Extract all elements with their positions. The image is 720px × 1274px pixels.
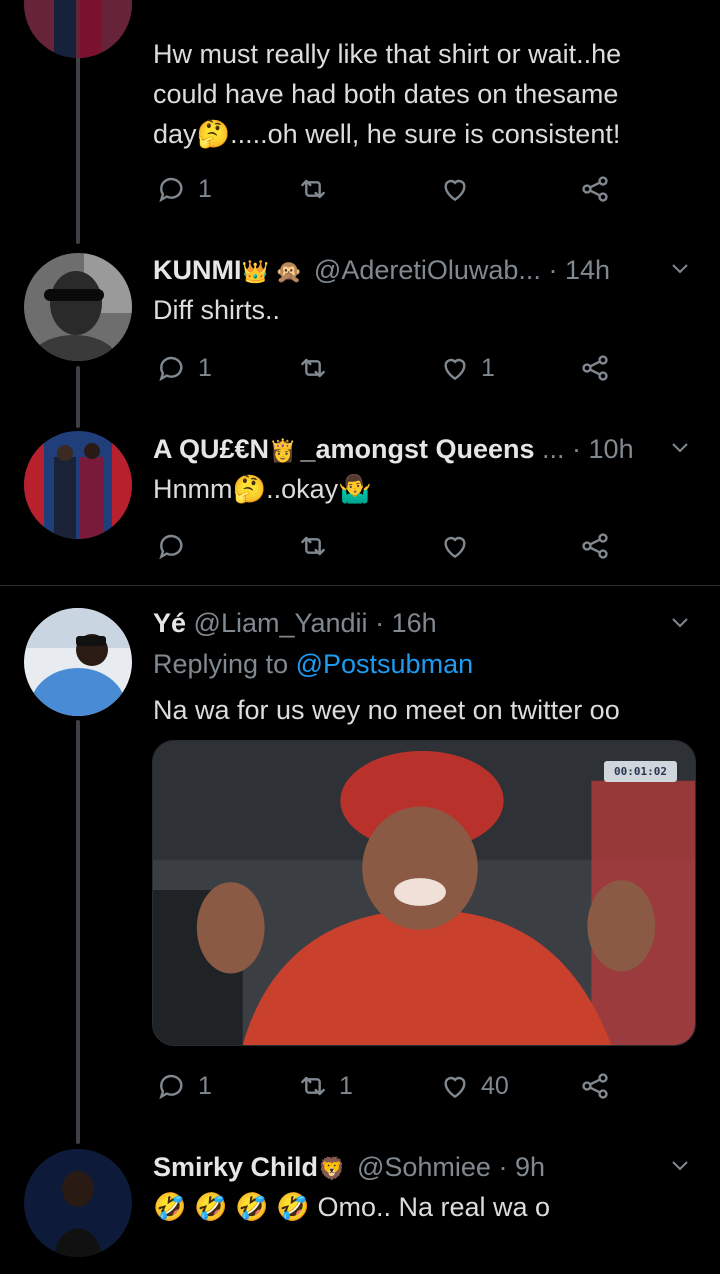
tweet-text: 🤣 🤣 🤣 🤣 Omo.. Na real wa o — [153, 1192, 551, 1222]
tweet-text: Diff shirts.. — [153, 295, 281, 325]
like-icon — [444, 358, 466, 381]
share-button[interactable] — [579, 526, 611, 566]
share-icon — [582, 355, 608, 381]
timestamp: · 16h — [375, 608, 437, 638]
like-button[interactable]: 40 — [439, 1066, 509, 1106]
reply-button[interactable]: 1 — [156, 1066, 212, 1106]
tweet-text: Na wa for us wey no meet on twitter oo — [153, 695, 620, 725]
share-button[interactable] — [579, 1066, 611, 1106]
tweet-header: Yé @Liam_Yandii · 16h — [153, 605, 640, 641]
share-button[interactable] — [579, 169, 611, 209]
reply-icon — [159, 356, 183, 382]
name-emoji: 👑 🙊 — [241, 259, 303, 284]
tweet-media-image[interactable]: 00:01:02 — [152, 740, 696, 1046]
retweet-button[interactable]: 1 — [297, 1066, 353, 1106]
chevron-down-icon[interactable] — [668, 1153, 692, 1177]
like-count: 40 — [481, 1071, 509, 1100]
tweet-actions: 1 — [153, 169, 623, 209]
avatar[interactable] — [24, 608, 132, 716]
display-name[interactable]: Smirky Child🦁 — [153, 1152, 349, 1182]
tweet-actions: 1 1 — [153, 348, 623, 388]
timestamp: · 10h — [572, 434, 634, 464]
handle[interactable]: @Sohmiee — [357, 1152, 491, 1182]
reply-button[interactable]: 1 — [156, 348, 212, 388]
name-emoji: 🦁 — [318, 1156, 346, 1181]
like-count: 1 — [481, 353, 495, 382]
retweet-button[interactable] — [297, 526, 329, 566]
tweet-text: Hnmm🤔..okay🤷‍♂️ — [153, 474, 372, 504]
reply-icon — [159, 534, 183, 560]
retweet-icon — [301, 536, 325, 556]
like-icon — [444, 179, 466, 202]
handle[interactable]: @AderetiOluwab... — [314, 255, 541, 285]
tweet-actions — [153, 526, 623, 566]
chevron-down-icon[interactable] — [668, 435, 692, 459]
timestamp: · 9h — [498, 1152, 545, 1182]
tweet-header: Smirky Child🦁 @Sohmiee · 9h — [153, 1149, 640, 1185]
avatar[interactable] — [24, 1149, 132, 1257]
reply-button[interactable]: 1 — [156, 169, 212, 209]
reply-button[interactable] — [156, 526, 188, 566]
reply-icon — [159, 177, 183, 203]
name-emoji: 👸 — [269, 438, 297, 463]
reply-count: 1 — [198, 353, 212, 382]
tweet-header: A QU£€N👸 _amongst Queens ... · 10h — [153, 431, 640, 467]
like-button[interactable] — [439, 169, 471, 209]
retweet-count: 1 — [339, 1071, 353, 1100]
handle[interactable]: ... — [542, 434, 565, 464]
retweet-icon — [301, 179, 325, 199]
like-button[interactable] — [439, 526, 471, 566]
display-name[interactable]: KUNMI — [153, 255, 242, 285]
thread-line — [76, 720, 80, 1144]
timestamp: · 14h — [548, 255, 610, 285]
avatar[interactable] — [24, 253, 132, 361]
video-timestamp: 00:01:02 — [604, 761, 677, 782]
avatar[interactable] — [24, 0, 132, 58]
reply-count: 1 — [198, 174, 212, 203]
retweet-icon — [301, 1076, 325, 1096]
like-icon — [444, 1076, 466, 1099]
like-button[interactable]: 1 — [439, 348, 495, 388]
reply-icon — [159, 1074, 183, 1100]
display-name[interactable]: Yé — [153, 608, 186, 638]
share-button[interactable] — [579, 348, 611, 388]
divider — [0, 585, 720, 586]
tweet-header: KUNMI👑 🙊 @AderetiOluwab... · 14h — [153, 252, 640, 288]
tweet-text: Hw must really like that shirt or wait..… — [153, 39, 622, 149]
handle[interactable]: @Liam_Yandii — [194, 608, 368, 638]
display-name[interactable]: A QU£€N👸 _amongst Queens — [153, 434, 535, 464]
retweet-button[interactable] — [297, 348, 329, 388]
replying-to: Replying to @Postsubman — [153, 649, 474, 679]
share-icon — [582, 176, 608, 202]
share-icon — [582, 1073, 608, 1099]
retweet-button[interactable] — [297, 169, 329, 209]
chevron-down-icon[interactable] — [668, 610, 692, 634]
reply-count: 1 — [198, 1071, 212, 1100]
avatar[interactable] — [24, 431, 132, 539]
retweet-icon — [301, 358, 325, 378]
chevron-down-icon[interactable] — [668, 256, 692, 280]
tweet-actions: 1 1 40 — [153, 1066, 623, 1106]
share-icon — [582, 533, 608, 559]
replying-to-handle[interactable]: @Postsubman — [296, 649, 474, 679]
like-icon — [444, 536, 466, 559]
thread-line — [76, 366, 80, 428]
